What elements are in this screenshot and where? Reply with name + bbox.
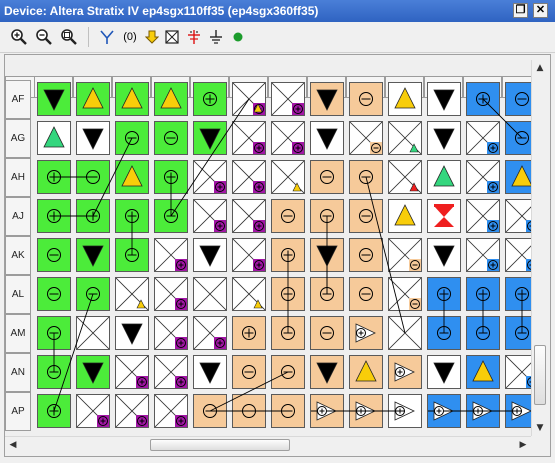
zoom-fit-button[interactable] xyxy=(58,26,80,48)
connection-routes xyxy=(53,98,523,412)
pin-icon xyxy=(188,30,200,44)
ground-icon xyxy=(210,30,222,44)
dot-icon xyxy=(233,32,243,42)
ground-button[interactable] xyxy=(206,26,226,48)
zoom-fit-icon xyxy=(61,29,77,45)
window-title: Device: Altera Stratix IV ep4sgx110ff35 … xyxy=(4,4,319,18)
vertical-scrollbar[interactable]: ▲ ▼ xyxy=(531,60,548,436)
zoom-out-button[interactable] xyxy=(33,26,55,48)
scroll-down-button[interactable]: ▼ xyxy=(532,420,548,436)
zoom-in-icon xyxy=(11,29,27,45)
horizontal-scrollbar[interactable]: ◀ ▶ xyxy=(5,436,531,453)
toolbar: (0) xyxy=(0,22,555,53)
zoom-out-icon xyxy=(36,29,52,45)
horizontal-scroll-thumb[interactable] xyxy=(150,439,290,451)
close-button[interactable]: ✕ xyxy=(533,3,548,18)
fanout-icon xyxy=(100,30,114,44)
scroll-right-button[interactable]: ▶ xyxy=(515,437,531,453)
restore-button[interactable]: ❐ xyxy=(513,3,528,18)
pin-button[interactable] xyxy=(184,26,204,48)
device-view: 891011121314151617181920AFAGAHAJAKALAMAN… xyxy=(5,60,531,436)
title-bar: Device: Altera Stratix IV ep4sgx110ff35 … xyxy=(0,0,555,22)
fanout-button[interactable] xyxy=(96,26,118,48)
arrow-down-icon xyxy=(145,30,159,44)
pin-grid: 891011121314151617181920AFAGAHAJAKALAMAN… xyxy=(5,60,531,436)
no-connect-button[interactable] xyxy=(162,26,182,48)
arrow-down-button[interactable] xyxy=(142,26,162,48)
scroll-up-button[interactable]: ▲ xyxy=(532,60,548,76)
vertical-scroll-thumb[interactable] xyxy=(534,345,546,405)
zoom-in-button[interactable] xyxy=(8,26,30,48)
dot-button[interactable] xyxy=(228,26,248,48)
scroll-left-button[interactable]: ◀ xyxy=(5,437,21,453)
count-label: (0) xyxy=(123,31,137,43)
no-connect-icon xyxy=(165,30,179,44)
